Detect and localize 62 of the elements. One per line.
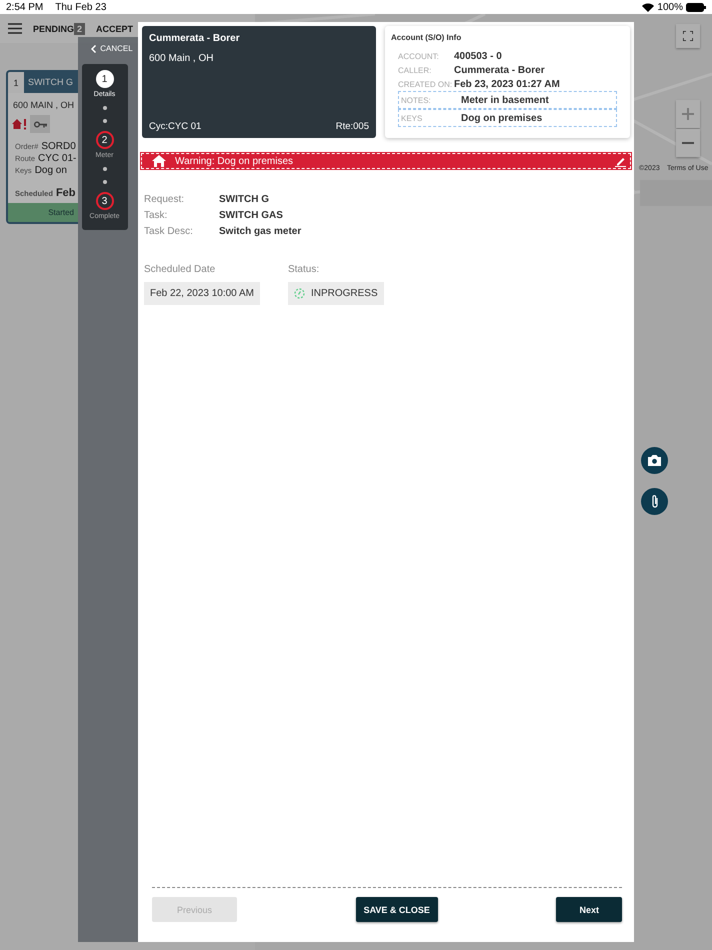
save-close-button[interactable]: SAVE & CLOSE — [356, 897, 438, 922]
account-value: Meter in basement — [461, 94, 549, 106]
fullscreen-button[interactable] — [676, 24, 700, 48]
plus-icon — [682, 108, 694, 120]
account-label: KEYS — [401, 114, 424, 122]
account-value: Dog on premises — [461, 112, 542, 124]
step-dot — [102, 180, 106, 184]
account-label: ACCOUNT: — [398, 52, 440, 60]
progress-icon — [294, 288, 305, 299]
customer-address: 600 Main , OH — [149, 53, 214, 64]
status-date: Thu Feb 23 — [55, 2, 106, 12]
account-title: Account (S/O) Info — [391, 33, 462, 42]
tab[interactable]: PENDING — [33, 24, 74, 34]
step-number[interactable]: 2 — [96, 131, 114, 149]
cancel-button[interactable]: CANCEL — [83, 44, 133, 53]
next-button[interactable]: Next — [556, 897, 622, 922]
camera-icon — [648, 455, 661, 466]
detail-label: Task: — [144, 210, 168, 221]
edit-icon[interactable] — [615, 156, 626, 166]
account-value: Feb 23, 2023 01:27 AM — [454, 78, 560, 90]
step-dot — [102, 119, 106, 123]
fullscreen-icon — [683, 31, 693, 41]
account-value: Cummerata - Borer — [454, 64, 545, 76]
tab-count: 2 — [74, 22, 86, 34]
scheduled-date-value: Feb 22, 2023 10:00 AM — [144, 282, 260, 305]
status-label: Status: — [288, 264, 320, 275]
step-number[interactable]: 3 — [96, 192, 114, 210]
order-number: 1 — [8, 72, 24, 93]
order-status: Started — [8, 203, 78, 222]
order-title: SWITCH G — [27, 76, 74, 89]
chevron-left-icon — [91, 44, 96, 52]
home-icon — [152, 155, 166, 167]
detail-label: Task Desc: — [144, 226, 194, 237]
warning-text: Warning: Dog on premises — [175, 156, 294, 166]
battery-level: 100% — [657, 2, 683, 12]
detail-value: SWITCH G — [219, 194, 270, 205]
battery-icon — [686, 2, 706, 12]
tab[interactable]: ACCEPT — [96, 24, 134, 34]
menu-icon[interactable] — [8, 23, 22, 34]
detail-value: Switch gas meter — [219, 226, 302, 237]
step-dot — [102, 106, 106, 110]
account-label: NOTES: — [401, 96, 432, 104]
key-icon — [30, 115, 50, 133]
minus-icon — [682, 141, 694, 145]
zoom-out-button[interactable] — [676, 129, 700, 157]
account-value: 400503 - 0 — [454, 50, 502, 62]
detail-label: Request: — [144, 194, 186, 205]
scheduled-date-label: Scheduled Date — [144, 264, 216, 275]
status-time: 2:54 PM — [6, 2, 44, 12]
step-dot — [102, 167, 106, 171]
wifi-icon — [642, 2, 654, 12]
account-label: CALLER: — [398, 66, 432, 74]
customer-name: Cummerata - Borer — [149, 33, 241, 44]
detail-value: SWITCH GAS — [219, 210, 284, 221]
cycle-text: Cyc:CYC 01 — [149, 121, 202, 132]
step-number[interactable]: 1 — [96, 70, 114, 88]
route-text: Rte:005 — [336, 121, 369, 132]
status-chip: INPROGRESS — [288, 282, 384, 305]
house-alert-icon — [12, 118, 28, 130]
account-label: CREATED ON: — [398, 80, 454, 88]
order-address: 600 MAIN , OH — [12, 99, 76, 112]
paperclip-icon — [650, 494, 658, 509]
